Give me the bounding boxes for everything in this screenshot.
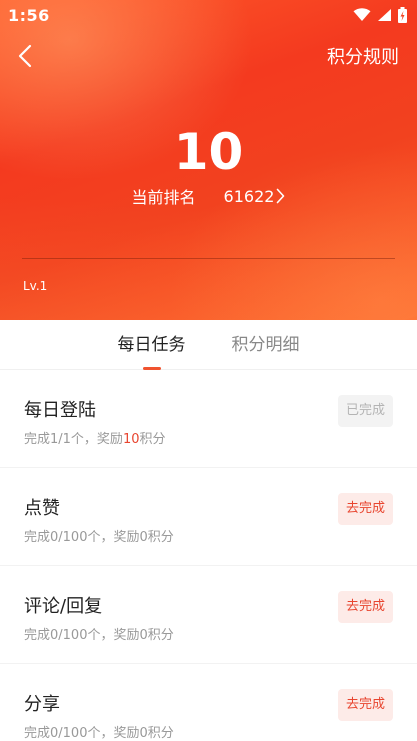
task-title: 点赞 <box>24 498 60 519</box>
task-desc-suffix: 积分 <box>139 432 166 447</box>
chevron-left-icon <box>18 44 32 68</box>
task-desc-suffix: 积分 <box>147 530 174 545</box>
task-item-share: 分享 完成0/100个，奖励0积分 去完成 <box>0 664 417 741</box>
rank-value: 61622 <box>223 186 275 206</box>
task-title: 每日登陆 <box>24 400 96 421</box>
chevron-right-icon <box>277 188 285 204</box>
task-completed-button[interactable]: 已完成 <box>337 395 393 427</box>
status-bar: 1:56 <box>0 0 417 30</box>
task-desc-points: 0 <box>139 530 148 545</box>
task-go-complete-button[interactable]: 去完成 <box>337 591 393 623</box>
rank-label: 当前排名 <box>131 188 196 207</box>
tab-daily-tasks[interactable]: 每日任务 <box>118 320 186 370</box>
task-description: 完成0/100个，奖励0积分 <box>24 722 174 741</box>
task-desc-prefix: 完成0/100个，奖励 <box>24 530 140 545</box>
task-desc-points: 0 <box>139 726 148 741</box>
nav-bar: 积分规则 <box>0 36 417 76</box>
task-go-complete-button[interactable]: 去完成 <box>337 689 393 721</box>
task-description: 完成0/100个，奖励0积分 <box>24 526 174 545</box>
points-header: 1:56 积分规则 10 当前排名 61622 Lv.1 <box>0 0 417 320</box>
back-button[interactable] <box>18 41 48 71</box>
task-desc-prefix: 完成1/1个，奖励 <box>24 432 123 447</box>
task-description: 完成0/100个，奖励0积分 <box>24 624 174 643</box>
tab-points-detail[interactable]: 积分明细 <box>232 320 300 370</box>
task-go-complete-button[interactable]: 去完成 <box>337 493 393 525</box>
task-desc-suffix: 积分 <box>147 628 174 643</box>
task-desc-points: 10 <box>122 432 140 447</box>
task-desc-suffix: 积分 <box>147 726 174 741</box>
task-title: 评论/回复 <box>24 596 103 617</box>
task-list: 每日登陆 完成1/1个，奖励10积分 已完成 点赞 完成0/100个，奖励0积分… <box>0 370 417 741</box>
task-item-like: 点赞 完成0/100个，奖励0积分 去完成 <box>0 468 417 566</box>
task-description: 完成1/1个，奖励10积分 <box>24 428 166 447</box>
status-time: 1:56 <box>8 5 50 25</box>
points-score: 10 <box>173 123 244 181</box>
wifi-icon <box>353 8 371 21</box>
task-desc-prefix: 完成0/100个，奖励 <box>24 726 140 741</box>
tab-bar: 每日任务 积分明细 <box>0 320 417 370</box>
signal-icon <box>378 9 391 21</box>
task-item-comment: 评论/回复 完成0/100个，奖励0积分 去完成 <box>0 566 417 664</box>
points-rules-link[interactable]: 积分规则 <box>327 43 399 69</box>
task-desc-points: 0 <box>139 628 148 643</box>
level-progress-track <box>22 258 395 259</box>
level-label: Lv.1 <box>23 279 48 293</box>
battery-icon <box>398 7 407 23</box>
task-title: 分享 <box>24 694 60 715</box>
status-icons <box>353 7 407 23</box>
rank-row: 当前排名 61622 <box>0 184 417 208</box>
task-item-daily-login: 每日登陆 完成1/1个，奖励10积分 已完成 <box>0 370 417 468</box>
task-desc-prefix: 完成0/100个，奖励 <box>24 628 140 643</box>
rank-value-link[interactable]: 61622 <box>224 187 286 206</box>
